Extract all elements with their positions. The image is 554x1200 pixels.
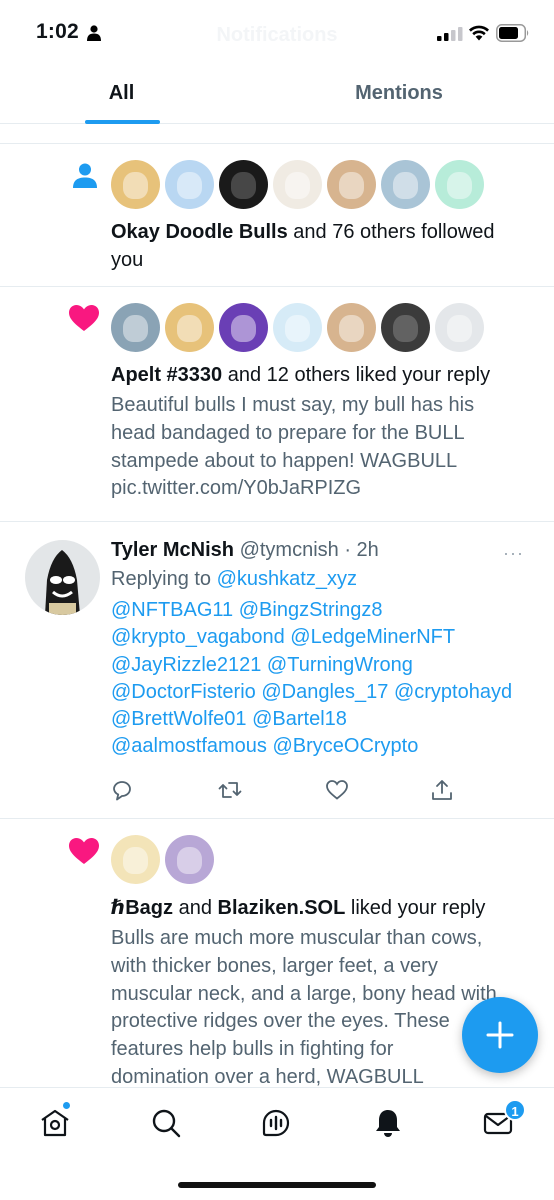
plus-icon	[486, 1021, 514, 1049]
avatar[interactable]	[165, 160, 214, 209]
heart-icon	[69, 838, 99, 864]
joiner-text: and	[173, 897, 218, 919]
retweet-icon[interactable]	[218, 778, 242, 802]
tweet-time: · 2h	[338, 539, 379, 561]
notification-action: and 76 others followed	[287, 221, 495, 243]
tweet-header: Tyler McNish @tymcnish · 2h	[111, 536, 379, 564]
reply-text-line: pic.twitter.com/Y0bJaRPIZG	[111, 477, 362, 500]
avatar[interactable]	[111, 160, 160, 209]
author-name[interactable]: Tyler McNish	[111, 539, 234, 561]
avatar[interactable]	[381, 160, 430, 209]
battery-icon	[496, 24, 529, 42]
mention-line[interactable]: @aalmostfamous @BryceOCrypto	[111, 733, 541, 760]
wifi-icon	[469, 25, 489, 41]
person-icon	[73, 163, 97, 188]
status-bar: 1:02 Notifications	[0, 0, 554, 62]
reply-text-line: stampede about to happen! WAGBULL	[111, 449, 458, 472]
author-handle[interactable]: @tymcnish	[240, 539, 339, 561]
reply-text-line: Bulls are much more muscular than cows,	[111, 927, 483, 949]
actor-name[interactable]: Blaziken.SOL	[218, 897, 346, 919]
avatar[interactable]	[165, 835, 214, 884]
tweet-body: @NFTBAG11 @BingzStringz8 @krypto_vagabon…	[111, 597, 541, 761]
notification-action: and 12 others liked your reply	[222, 364, 491, 386]
share-icon[interactable]	[430, 778, 454, 802]
avatar[interactable]	[165, 303, 214, 352]
mention-line[interactable]: @BrettWolfe01 @Bartel18	[111, 706, 541, 733]
replying-label: Replying to	[111, 568, 217, 590]
more-options-icon[interactable]: ···	[503, 543, 524, 564]
reply-text-line: head bandaged to prepare for the BULL	[111, 421, 465, 444]
home-icon[interactable]	[39, 1107, 71, 1139]
reply-text-line: Beautiful bulls I must say, my bull has …	[111, 394, 475, 416]
divider	[0, 521, 554, 522]
mention-link[interactable]: @kushkatz_xyz	[217, 568, 357, 590]
search-icon[interactable]	[150, 1107, 182, 1139]
notification-tabs: All Mentions	[0, 62, 554, 124]
tab-all[interactable]: All	[0, 82, 243, 105]
notification-action: liked your reply	[345, 897, 486, 919]
messages-badge: 1	[504, 1099, 526, 1121]
avatar[interactable]	[435, 160, 484, 209]
avatar[interactable]	[25, 540, 100, 615]
reply-text-line: with thicker bones, larger feet, a very	[111, 954, 438, 977]
liked-reply-text[interactable]: Beautiful bulls I must say, my bull has …	[111, 392, 531, 503]
avatar[interactable]	[381, 303, 430, 352]
reply-text-line: muscular neck, and a large, bony head wi…	[111, 982, 497, 1005]
follower-avatars	[111, 160, 484, 209]
mention-line[interactable]: @JayRizzle2121 @TurningWrong	[111, 652, 541, 679]
compose-tweet-button[interactable]	[462, 997, 538, 1073]
avatar-art	[45, 550, 80, 615]
mention-line[interactable]: @DoctorFisterio @Dangles_17 @cryptohayd	[111, 679, 541, 706]
notifications-bell-icon[interactable]	[372, 1107, 404, 1139]
avatar[interactable]	[273, 303, 322, 352]
actor-name[interactable]: Apelt #3330	[111, 364, 222, 386]
mention-line[interactable]: @NFTBAG11 @BingzStringz8	[111, 597, 541, 624]
liker-avatars	[111, 303, 484, 352]
cellular-signal-icon	[437, 27, 463, 41]
divider	[0, 286, 554, 287]
actor-name[interactable]: ℏBagz	[111, 897, 173, 919]
liker-avatars	[111, 835, 214, 884]
home-unread-dot	[62, 1101, 71, 1110]
notification-text: Okay Doodle Bulls and 76 others followed	[111, 218, 495, 246]
active-tab-indicator	[85, 120, 160, 124]
notification-text: Apelt #3330 and 12 others liked your rep…	[111, 361, 490, 389]
avatar[interactable]	[219, 160, 268, 209]
divider	[0, 818, 554, 819]
spaces-icon[interactable]	[260, 1107, 292, 1139]
avatar[interactable]	[327, 303, 376, 352]
notification-text-cont: you	[111, 249, 144, 271]
divider	[0, 143, 554, 144]
liked-reply-text[interactable]: Bulls are much more muscular than cows, …	[111, 925, 531, 1092]
reply-icon[interactable]	[110, 778, 134, 802]
tab-mentions[interactable]: Mentions	[280, 82, 518, 105]
home-indicator[interactable]	[178, 1182, 376, 1188]
avatar[interactable]	[273, 160, 322, 209]
avatar[interactable]	[435, 303, 484, 352]
tweet-actions	[110, 778, 460, 802]
notification-text: ℏBagz and Blaziken.SOL liked your reply	[111, 894, 485, 922]
mention-line[interactable]: @krypto_vagabond @LedgeMinerNFT	[111, 624, 541, 651]
heart-icon	[69, 305, 99, 331]
avatar[interactable]	[219, 303, 268, 352]
like-icon[interactable]	[325, 778, 349, 802]
avatar[interactable]	[111, 835, 160, 884]
actor-name[interactable]: Okay Doodle Bulls	[111, 221, 288, 243]
avatar[interactable]	[327, 160, 376, 209]
avatar[interactable]	[111, 303, 160, 352]
replying-to: Replying to @kushkatz_xyz	[111, 565, 357, 593]
